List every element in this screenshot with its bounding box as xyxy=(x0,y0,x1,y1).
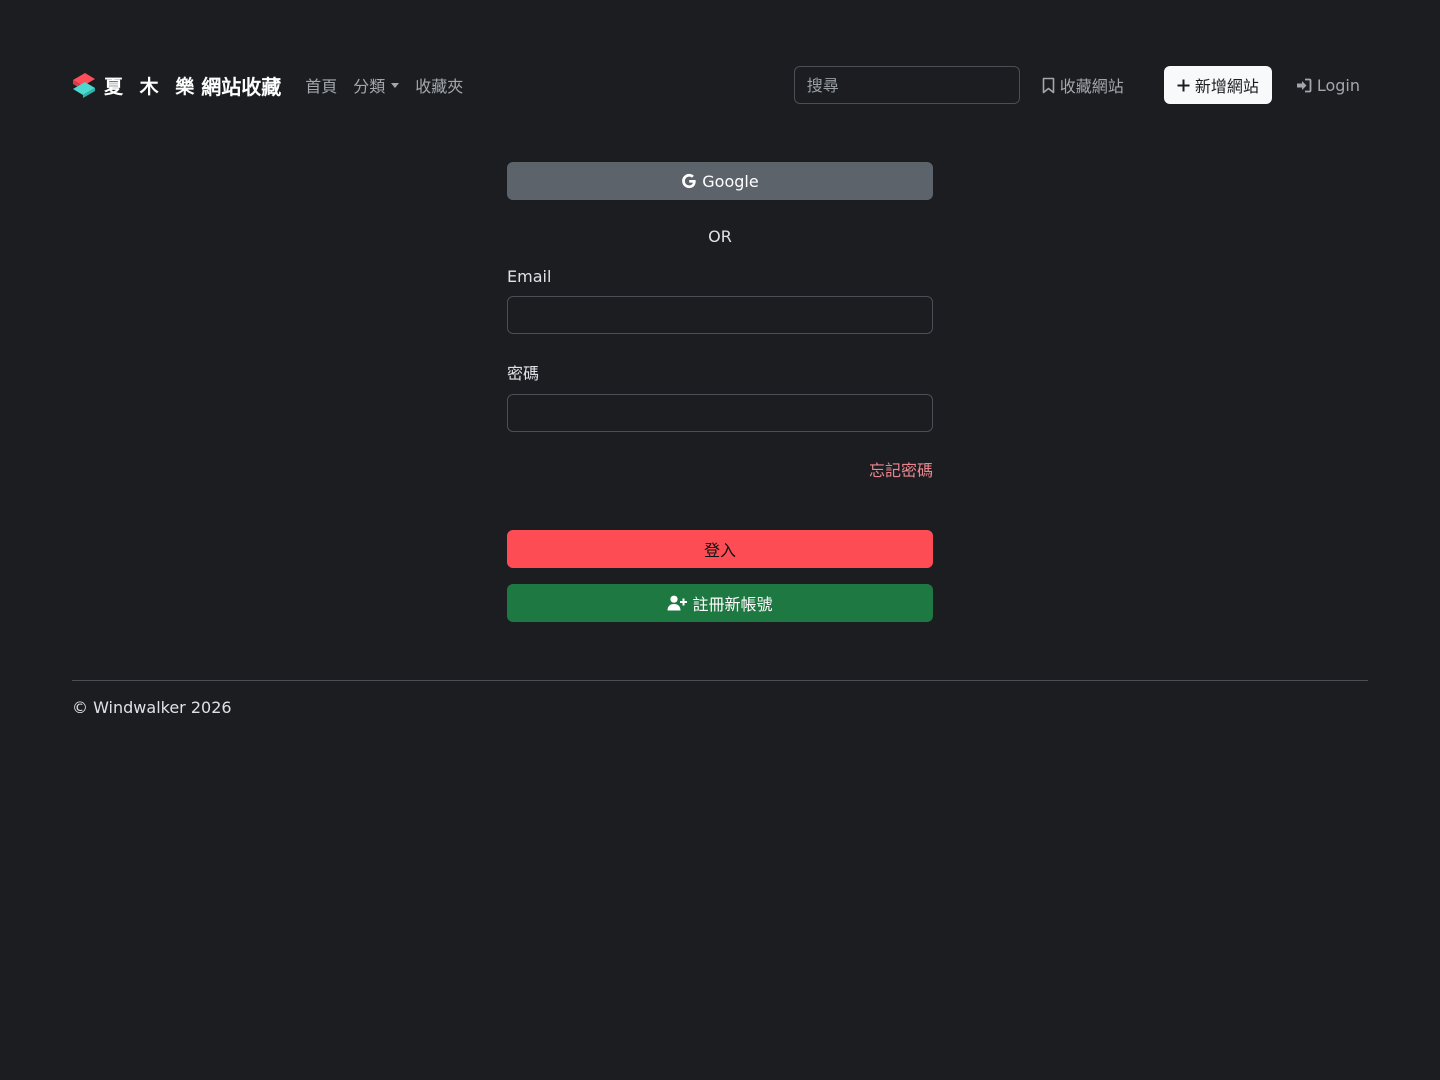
nav-right: 收藏網站 新增網站 Login xyxy=(793,62,1368,108)
brand-logo-icon xyxy=(73,73,95,98)
nav-categories-dropdown[interactable]: 分類 xyxy=(345,65,407,105)
bookmark-site-label: 收藏網站 xyxy=(1059,77,1124,96)
nav-links: 首頁 分類 收藏夾 xyxy=(297,65,471,105)
nav-home-link[interactable]: 首頁 xyxy=(297,65,345,105)
page: 夏 木 樂 網站收藏 首頁 分類 收藏夾 收藏網站 xyxy=(0,0,1440,1080)
navbar: 夏 木 樂 網站收藏 首頁 分類 收藏夾 收藏網站 xyxy=(72,62,1368,108)
email-label: Email xyxy=(507,267,552,286)
google-login-button[interactable]: Google xyxy=(507,162,933,200)
caret-down-icon xyxy=(391,82,400,88)
add-site-button[interactable]: 新增網站 xyxy=(1163,66,1272,104)
login-link[interactable]: Login xyxy=(1296,76,1368,95)
bookmark-site-link[interactable]: 收藏網站 xyxy=(1042,73,1124,97)
footer-divider xyxy=(72,680,1368,681)
add-site-label: 新增網站 xyxy=(1194,77,1259,96)
user-plus-icon xyxy=(667,595,688,611)
google-icon xyxy=(682,173,696,189)
login-label: Login xyxy=(1316,75,1360,95)
login-submit-button[interactable]: 登入 xyxy=(507,530,933,568)
register-label: 註冊新帳號 xyxy=(692,595,773,614)
brand-name: 夏 木 樂 xyxy=(104,75,200,98)
nav-favorites-link[interactable]: 收藏夾 xyxy=(407,65,471,105)
forgot-password-link[interactable]: 忘記密碼 xyxy=(507,457,933,481)
sign-in-icon xyxy=(1296,78,1312,92)
search-input[interactable] xyxy=(793,66,1020,104)
login-form: Google OR Email 密碼 忘記密碼 登入 註冊新帳號 xyxy=(507,162,933,622)
footer-copyright: © Windwalker 2026 xyxy=(72,698,232,717)
or-divider: OR xyxy=(708,227,732,246)
google-login-label: Google xyxy=(702,171,759,191)
password-field[interactable] xyxy=(507,394,933,432)
nav-categories-label: 分類 xyxy=(353,77,386,96)
bookmark-icon xyxy=(1042,77,1055,93)
password-label: 密碼 xyxy=(507,364,540,383)
brand-link[interactable]: 夏 木 樂 網站收藏 xyxy=(72,71,281,100)
email-field[interactable] xyxy=(507,296,933,334)
brand-subtitle: 網站收藏 xyxy=(201,74,282,99)
register-button[interactable]: 註冊新帳號 xyxy=(507,584,933,622)
login-submit-label: 登入 xyxy=(703,541,736,560)
plus-icon xyxy=(1177,79,1190,91)
